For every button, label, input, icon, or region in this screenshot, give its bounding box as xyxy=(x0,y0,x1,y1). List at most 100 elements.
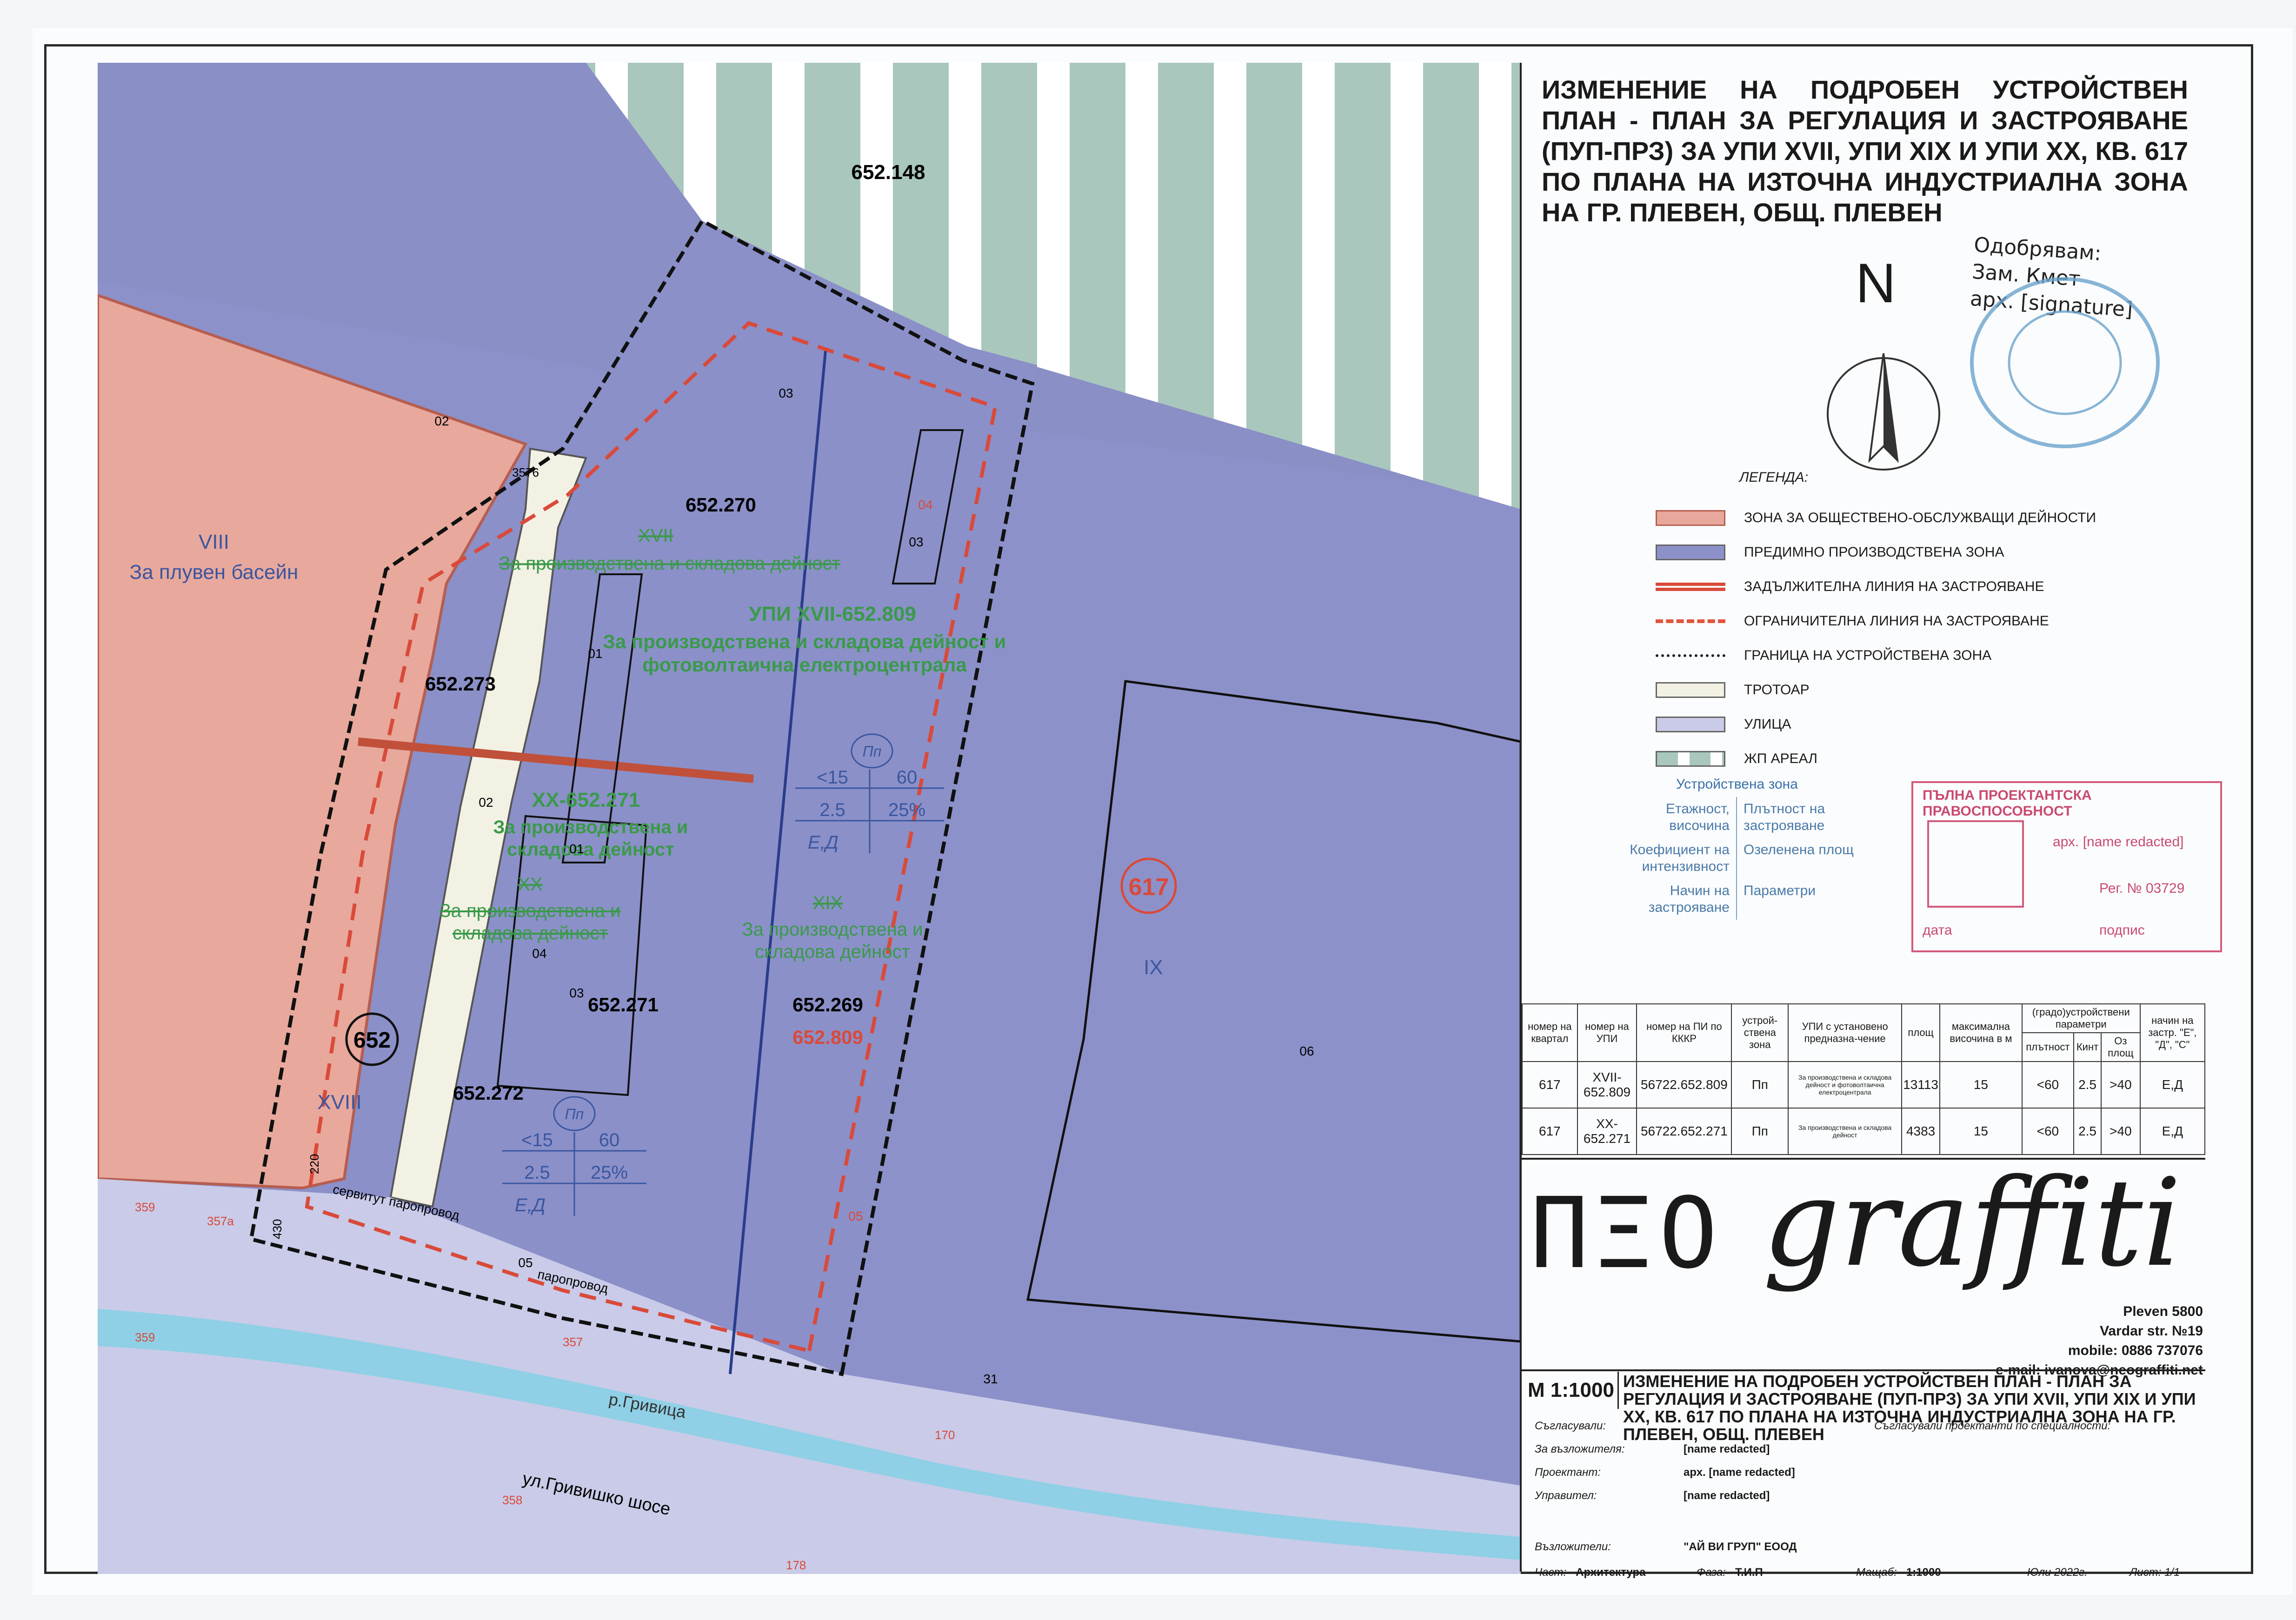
label-652-148: 652.148 xyxy=(851,161,925,184)
zone-key-cell: Озеленена площ xyxy=(1744,842,1854,857)
bldg-01a: 01 xyxy=(588,646,602,661)
td: >40 xyxy=(2101,1061,2141,1109)
designer-stamp: ПЪЛНА ПРОЕКТАНТСКА ПРАВОСПОСОБНОСТ арх. … xyxy=(1911,781,2222,952)
label-xx-old-use: За производствена и складова дейност xyxy=(439,901,621,943)
sig-agreed-specialties: Съгласували проектанти по специалности: xyxy=(1874,1416,2110,1436)
sig-part: Архитектура xyxy=(1576,1566,1646,1579)
svg-text:2.5: 2.5 xyxy=(524,1162,550,1183)
legend-title: ЛЕГЕНДА: xyxy=(1739,470,1809,485)
label-pt-359b: 359 xyxy=(135,1330,155,1344)
td: 13113 xyxy=(1901,1061,1940,1109)
stamp-sign: подпис xyxy=(2099,923,2145,938)
th: начин на застр. "Е", "Д", "С" xyxy=(2139,1003,2206,1062)
td: 56722.652.271 xyxy=(1636,1108,1732,1155)
td: >40 xyxy=(2101,1108,2141,1155)
label-upi-new: УПИ XVII-652.809 xyxy=(749,603,916,625)
table-header-row: номер на квартал номер на УПИ номер на П… xyxy=(1522,1003,2206,1062)
label-pt-178: 178 xyxy=(786,1558,806,1572)
td: 56722.652.809 xyxy=(1636,1061,1732,1109)
bldg-05b: 05 xyxy=(518,1255,532,1270)
td: Пп xyxy=(1731,1061,1789,1109)
sig-role: Управител: xyxy=(1535,1489,1597,1502)
sig-phase: Т.И.П xyxy=(1735,1566,1763,1579)
label-pt-357a: 357а xyxy=(207,1214,234,1228)
legend-item-limiting-line: ОГРАНИЧИТЕЛНА ЛИНИЯ НА ЗАСТРОЯВАНЕ xyxy=(1656,611,2049,631)
td: 617 xyxy=(1522,1108,1578,1155)
td: XX-652.271 xyxy=(1577,1108,1637,1155)
svg-text:25%: 25% xyxy=(888,800,925,820)
zone-key-cell: Плътност на застрояване xyxy=(1744,801,1825,833)
label-pt-3576: 3576 xyxy=(512,465,539,479)
sig-scale: 1:1000 xyxy=(1906,1566,1941,1579)
label-pt-359a: 359 xyxy=(135,1200,155,1214)
table-row: 617 XX-652.271 56722.652.271 Пп За произ… xyxy=(1522,1108,2206,1155)
stamp-title: ПЪЛНА ПРОЕКТАНТСКА ПРАВОСПОСОБНОСТ xyxy=(1923,788,2092,819)
sig-row-manager: Управител: [name redacted] xyxy=(1535,1486,1770,1506)
td: 2.5 xyxy=(2073,1061,2102,1109)
bldg-06: 06 xyxy=(1299,1044,1314,1058)
label-xx: XX xyxy=(518,874,542,895)
north-arrow-icon xyxy=(1827,353,1940,471)
sig-row-designer: Проектант: арх. [name redacted] xyxy=(1535,1462,1795,1483)
legend-swatch xyxy=(1656,751,1725,767)
label-xvii-old-use: За производствена и складова дейност xyxy=(499,553,840,574)
label-upi-xx-use: За производствена и складова дейност xyxy=(493,817,688,860)
bldg-03c: 03 xyxy=(569,986,584,1000)
table-row: 617 XVII-652.809 56722.652.809 Пп За про… xyxy=(1522,1061,2206,1109)
legend-item-public: ЗОНА ЗА ОБЩЕСТВЕНО-ОБСЛУЖВАЩИ ДЕЙНОСТИ xyxy=(1656,508,2096,528)
label-xviii: XVIII xyxy=(317,1091,361,1114)
zone-key-cell: Етажност, височина xyxy=(1614,797,1737,838)
td: За производствена и складова дейност xyxy=(1788,1108,1903,1155)
sig-client: "АЙ ВИ ГРУП" ЕООД xyxy=(1684,1540,1797,1553)
bldg-02b: 02 xyxy=(479,795,493,810)
sig-label: Съгласували проектанти по специалности: xyxy=(1874,1420,2111,1432)
sig-agreed: Съгласували: xyxy=(1535,1416,1606,1436)
td: Е,Д xyxy=(2139,1061,2206,1109)
legend-label: ЗАДЪЛЖИТЕЛНА ЛИНИЯ НА ЗАСТРОЯВАНЕ xyxy=(1744,579,2044,594)
label-xix-use: За производствена и складова дейност xyxy=(742,919,923,962)
td: Пп xyxy=(1731,1108,1789,1155)
label-652-270: 652.270 xyxy=(685,494,756,516)
bldg-04b: 04 xyxy=(532,946,546,961)
legend-swatch xyxy=(1656,544,1725,560)
svg-text:Пп: Пп xyxy=(863,743,882,760)
zone-key-cell: Начин на застрояване xyxy=(1614,879,1737,920)
svg-text:60: 60 xyxy=(599,1130,620,1150)
legend-swatch xyxy=(1656,619,1725,623)
bldg-03b: 03 xyxy=(909,535,923,549)
legend-label: ПРЕДИМНО ПРОИЗВОДСТВЕНА ЗОНА xyxy=(1744,544,2004,560)
sig-name: [name redacted] xyxy=(1684,1443,1770,1455)
plan-title: ИЗМЕНЕНИЕ НА ПОДРОБЕН УСТРОЙСТВЕН ПЛАН -… xyxy=(1542,75,2188,227)
td: 617 xyxy=(1522,1061,1578,1109)
firm-logo-b: graffiti xyxy=(1763,1153,2182,1294)
td: XVII-652.809 xyxy=(1577,1061,1637,1109)
sig-role: За възложителя: xyxy=(1535,1443,1625,1455)
firm-mobile: mobile: 0886 737076 xyxy=(2068,1343,2203,1358)
svg-text:25%: 25% xyxy=(591,1162,628,1183)
bldg-03a: 03 xyxy=(779,386,793,400)
stamp-name: арх. [name redacted] xyxy=(2053,834,2184,850)
label-652-272: 652.272 xyxy=(453,1082,524,1104)
svg-text:Е,Д: Е,Д xyxy=(808,832,839,853)
label-ix: IX xyxy=(1144,956,1163,979)
th: плътност xyxy=(2021,1032,2074,1062)
sig-name: арх. [name redacted] xyxy=(1684,1466,1795,1479)
label-block-652: 652 xyxy=(353,1028,391,1053)
divider xyxy=(1522,1369,2205,1371)
legend-swatch xyxy=(1656,583,1725,591)
label-pt-430: 430 xyxy=(270,1219,284,1239)
label-pt-357: 357 xyxy=(563,1335,583,1349)
td: <60 xyxy=(2021,1108,2074,1155)
sig-row-client-rep: За възложителя: [name redacted] xyxy=(1535,1439,1770,1460)
stamp-logo-icon xyxy=(1927,820,2024,908)
td: 15 xyxy=(1939,1108,2023,1155)
td: 15 xyxy=(1939,1061,2023,1109)
label-652-269: 652.269 xyxy=(792,994,863,1016)
label-pt-358: 358 xyxy=(502,1493,522,1507)
th: Оз площ xyxy=(2101,1032,2141,1062)
firm-logo-a: ΠΞΟ xyxy=(1530,1176,1724,1290)
label-652-273: 652.273 xyxy=(425,673,496,695)
th: Кинт xyxy=(2073,1032,2102,1062)
legend-swatch xyxy=(1656,510,1725,526)
zone-key-cell: Коефициент на интензивност xyxy=(1614,838,1737,879)
